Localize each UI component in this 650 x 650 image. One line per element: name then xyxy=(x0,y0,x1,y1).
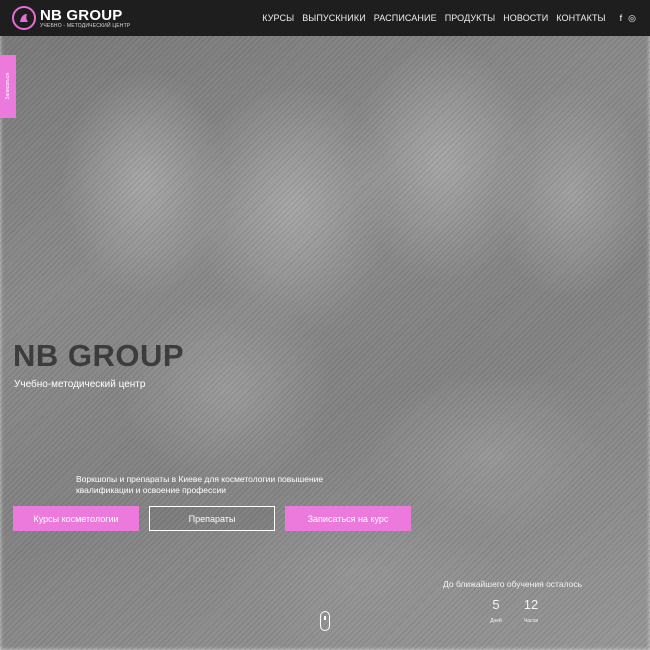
courses-button[interactable]: Курсы косметологии xyxy=(13,506,139,531)
social-links: f ◎ xyxy=(614,13,636,24)
facebook-icon[interactable]: f xyxy=(620,13,623,23)
nav-item-contacts[interactable]: КОНТАКТЫ xyxy=(556,13,605,23)
countdown-label: До ближайшего обучения осталось xyxy=(443,579,583,589)
countdown-hours-value: 12 xyxy=(523,597,539,612)
site-header: NB GROUP УЧЕБНО - МЕТОДИЧЕСКИЙ ЦЕНТР КУР… xyxy=(0,0,650,36)
main-nav: КУРСЫ ВЫПУСКНИКИ РАСПИСАНИЕ ПРОДУКТЫ НОВ… xyxy=(254,13,605,23)
nav-item-schedule[interactable]: РАСПИСАНИЕ xyxy=(374,13,437,23)
logo-subtitle: УЧЕБНО - МЕТОДИЧЕСКИЙ ЦЕНТР xyxy=(40,22,131,29)
scroll-down-icon[interactable] xyxy=(320,611,330,631)
nav-item-news[interactable]: НОВОСТИ xyxy=(503,13,548,23)
instagram-icon[interactable]: ◎ xyxy=(628,13,636,24)
countdown-days-value: 5 xyxy=(492,597,500,612)
hero-stripe-pattern xyxy=(0,0,650,650)
nav-item-products[interactable]: ПРОДУКТЫ xyxy=(445,13,496,23)
countdown-days-unit: Дней xyxy=(490,618,502,624)
logo-mark-icon xyxy=(12,6,36,30)
side-tab-label: Записаться xyxy=(5,73,11,100)
side-signup-tab[interactable]: Записаться xyxy=(0,55,16,118)
logo[interactable]: NB GROUP УЧЕБНО - МЕТОДИЧЕСКИЙ ЦЕНТР xyxy=(12,6,130,30)
hero-title: NB GROUP xyxy=(13,338,185,373)
hero-description: Воркшопы и препараты в Киеве для космето… xyxy=(76,474,324,495)
signup-button[interactable]: Записаться на курс xyxy=(285,506,411,531)
countdown-hours-unit: Часов xyxy=(523,618,539,624)
nav-item-graduates[interactable]: ВЫПУСКНИКИ xyxy=(302,13,366,23)
nav-item-courses[interactable]: КУРСЫ xyxy=(262,13,294,23)
products-button[interactable]: Препараты xyxy=(149,506,275,531)
hero-subtitle: Учебно-методический центр xyxy=(14,379,146,390)
logo-title: NB GROUP xyxy=(40,6,123,24)
